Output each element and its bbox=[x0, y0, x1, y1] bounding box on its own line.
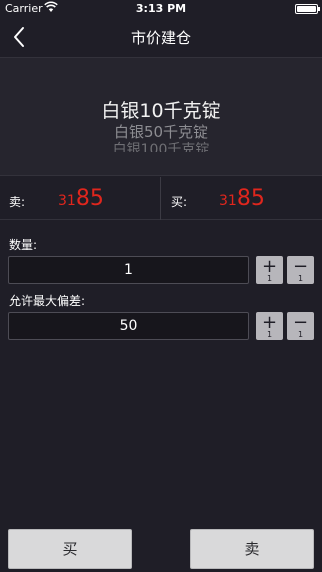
product-picker[interactable]: 白银10千克锭 白银50千克锭 白银100千克锭 bbox=[0, 57, 322, 176]
buy-quote: 买: 3185 bbox=[162, 177, 322, 220]
plus-icon: + bbox=[261, 256, 278, 277]
quantity-increment-button[interactable]: + 1 bbox=[256, 256, 283, 284]
buy-price-prefix: 31 bbox=[219, 193, 237, 209]
picker-item[interactable]: 白银100千克锭 bbox=[0, 139, 322, 152]
status-time: 3:13 PM bbox=[135, 2, 187, 15]
deviation-label: 允许最大偏差: bbox=[9, 294, 86, 308]
buy-quote-label: 买: bbox=[171, 195, 188, 209]
battery-icon bbox=[295, 4, 320, 14]
sell-quote-label: 卖: bbox=[9, 195, 26, 209]
deviation-increment-button[interactable]: + 1 bbox=[256, 312, 283, 340]
minus-icon: − bbox=[292, 312, 309, 333]
sell-button[interactable]: 卖 bbox=[190, 529, 314, 569]
step-size: 1 bbox=[266, 330, 273, 339]
buy-price: 3185 bbox=[219, 186, 265, 211]
plus-icon: + bbox=[261, 312, 278, 333]
quantity-decrement-button[interactable]: − 1 bbox=[287, 256, 314, 284]
sell-price-suffix: 85 bbox=[75, 186, 104, 211]
step-size: 1 bbox=[266, 274, 273, 283]
quantity-label: 数量: bbox=[9, 238, 38, 252]
minus-icon: − bbox=[292, 256, 309, 277]
status-bar: Carrier 3:13 PM bbox=[0, 0, 322, 18]
picker-selected-item[interactable]: 白银10千克锭 bbox=[0, 96, 322, 123]
sell-price-prefix: 31 bbox=[58, 193, 76, 209]
sell-price: 3185 bbox=[58, 186, 104, 211]
nav-bar: 市价建仓 bbox=[0, 18, 322, 56]
quantity-input[interactable] bbox=[8, 256, 249, 284]
quote-row: 卖: 3185 买: 3185 bbox=[0, 177, 322, 220]
step-size: 1 bbox=[297, 274, 304, 283]
deviation-input[interactable] bbox=[8, 312, 249, 340]
page-title: 市价建仓 bbox=[130, 29, 191, 47]
step-size: 1 bbox=[297, 330, 304, 339]
buy-price-suffix: 85 bbox=[236, 186, 265, 211]
sell-quote: 卖: 3185 bbox=[0, 177, 161, 220]
deviation-decrement-button[interactable]: − 1 bbox=[287, 312, 314, 340]
buy-button[interactable]: 买 bbox=[8, 529, 132, 569]
